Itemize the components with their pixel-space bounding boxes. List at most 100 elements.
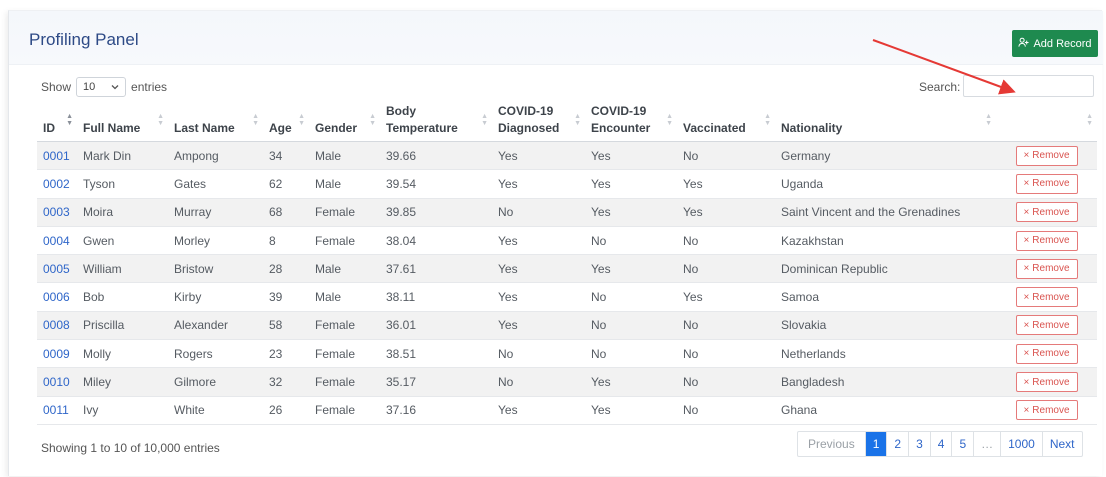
cell-full-name: Miley (83, 375, 112, 390)
cell-covid-encounter: No (591, 346, 607, 361)
page-1-button[interactable]: 1 (864, 432, 887, 456)
cell-full-name: Ivy (83, 403, 99, 418)
record-id-link[interactable]: 0009 (43, 347, 70, 361)
record-id-link[interactable]: 0005 (43, 262, 70, 276)
col-header-vaccinated[interactable]: Vaccinated ▲ ▼ (677, 103, 775, 142)
cell-last-name: Rogers (174, 346, 213, 361)
cell-nationality: Bangladesh (781, 375, 845, 390)
cell-nationality: Ghana (781, 403, 818, 418)
cell-full-name: Tyson (83, 176, 116, 191)
close-icon: × (1023, 178, 1030, 190)
remove-label: Remove (1032, 376, 1070, 388)
page-1000-button[interactable]: 1000 (1000, 432, 1042, 456)
cell-age: 68 (269, 205, 283, 220)
remove-button[interactable]: × Remove (1015, 372, 1078, 393)
cell-last-name: Morley (174, 233, 211, 248)
sort-icon: ▲ ▼ (481, 113, 488, 127)
cell-covid-encounter: No (591, 318, 607, 333)
cell-nationality: Kazakhstan (781, 233, 844, 248)
remove-label: Remove (1032, 235, 1070, 247)
record-id-link[interactable]: 0008 (43, 318, 70, 332)
profiling-panel: Profiling Panel Add Record Show 10 entri… (8, 10, 1103, 476)
col-header-body-temperature[interactable]: Body Temperature ▲ ▼ (380, 103, 492, 142)
sort-icon: ▲ ▼ (157, 113, 164, 127)
cell-body-temperature: 38.11 (386, 290, 416, 305)
record-id-link[interactable]: 0001 (43, 149, 70, 163)
remove-button[interactable]: × Remove (1015, 258, 1078, 279)
table-row: 0011 Ivy White 26 Female 37.16 Yes Yes No Ghana × R… (37, 396, 1097, 425)
cell-actions: × Remove (996, 255, 1097, 283)
cell-nationality: Uganda (781, 176, 824, 191)
cell-covid-diagnosed: No (498, 205, 514, 220)
cell-id: 0008 (37, 311, 77, 339)
record-id-link[interactable]: 0006 (43, 290, 70, 304)
cell-actions: × Remove (996, 340, 1097, 368)
cell-covid-encounter: Yes (591, 261, 611, 276)
col-header-nationality[interactable]: Nationality ▲ ▼ (775, 103, 996, 142)
previous-page-button[interactable]: Previous (798, 432, 865, 456)
remove-button[interactable]: × Remove (1015, 145, 1078, 166)
col-header-last-name[interactable]: Last Name ▲ ▼ (168, 103, 263, 142)
cell-covid-diagnosed: Yes (498, 176, 518, 191)
close-icon: × (1023, 235, 1030, 247)
sort-icon: ▲ ▼ (66, 113, 73, 127)
remove-button[interactable]: × Remove (1015, 287, 1078, 308)
profiles-table: ID ▲ ▼ Full Name ▲ ▼ Last Name ▲ ▼ Age ▲ ▼ Gende… (37, 103, 1097, 425)
cell-gender: Female (315, 205, 356, 220)
cell-id: 0004 (37, 226, 77, 254)
entries-select[interactable]: 10 (76, 77, 127, 97)
cell-last-name: Alexander (174, 318, 229, 333)
sort-icon: ▲ ▼ (1086, 113, 1093, 127)
cell-gender: Female (315, 318, 356, 333)
col-header-gender[interactable]: Gender ▲ ▼ (309, 103, 380, 142)
remove-button[interactable]: × Remove (1015, 400, 1078, 421)
cell-covid-diagnosed: No (498, 375, 514, 390)
cell-gender: Male (315, 261, 342, 276)
remove-button[interactable]: × Remove (1015, 173, 1078, 194)
cell-age: 62 (269, 176, 283, 191)
remove-button[interactable]: × Remove (1015, 315, 1078, 336)
record-id-link[interactable]: 0004 (43, 234, 70, 248)
record-id-link[interactable]: 0002 (43, 177, 70, 191)
page-ellipsis: … (973, 432, 1000, 456)
table-row: 0006 Bob Kirby 39 Male 38.11 Yes No Yes Samoa × Rem… (37, 283, 1097, 312)
close-icon: × (1023, 404, 1030, 416)
cell-last-name: Gilmore (174, 375, 217, 390)
col-header-age[interactable]: Age ▲ ▼ (263, 103, 309, 142)
page-3-button[interactable]: 3 (908, 432, 930, 456)
col-header-covid-diagnosed[interactable]: COVID-19 Diagnosed ▲ ▼ (492, 103, 585, 142)
cell-id: 0002 (37, 170, 77, 198)
col-header-covid-encounter[interactable]: COVID-19 Encounter ▲ ▼ (585, 103, 677, 142)
cell-body-temperature: 39.54 (386, 176, 417, 191)
record-id-link[interactable]: 0003 (43, 205, 70, 219)
cell-covid-diagnosed: Yes (498, 261, 518, 276)
col-header-full-name[interactable]: Full Name ▲ ▼ (77, 103, 168, 142)
page-2-button[interactable]: 2 (886, 432, 908, 456)
sort-icon: ▲ ▼ (985, 113, 992, 127)
remove-button[interactable]: × Remove (1015, 230, 1078, 251)
cell-full-name: Molly (83, 346, 112, 361)
cell-vaccinated: No (683, 375, 699, 390)
remove-label: Remove (1032, 319, 1070, 331)
page-5-button[interactable]: 5 (951, 432, 973, 456)
cell-gender: Female (315, 346, 356, 361)
cell-full-name: Gwen (83, 233, 115, 248)
remove-button[interactable]: × Remove (1015, 202, 1078, 223)
cell-covid-diagnosed: Yes (498, 403, 518, 418)
cell-last-name: White (174, 403, 205, 418)
cell-actions: × Remove (996, 311, 1097, 339)
remove-button[interactable]: × Remove (1015, 343, 1078, 364)
col-header-actions[interactable]: ▲ ▼ (996, 103, 1097, 142)
cell-id: 0006 (37, 283, 77, 311)
cell-full-name: William (83, 261, 122, 276)
remove-label: Remove (1032, 263, 1070, 275)
next-page-button[interactable]: Next (1041, 432, 1082, 456)
col-header-id[interactable]: ID ▲ ▼ (37, 103, 77, 142)
record-id-link[interactable]: 0010 (43, 375, 70, 389)
pagination: Previous 1 2 3 4 5 … 1000 Next (797, 431, 1083, 457)
page-4-button[interactable]: 4 (929, 432, 952, 456)
sort-icon: ▲ ▼ (252, 113, 259, 127)
cell-full-name: Mark Din (83, 148, 132, 163)
table-row: 0004 Gwen Morley 8 Female 38.04 Yes No No Kazakhs… (37, 226, 1097, 255)
record-id-link[interactable]: 0011 (43, 403, 69, 417)
